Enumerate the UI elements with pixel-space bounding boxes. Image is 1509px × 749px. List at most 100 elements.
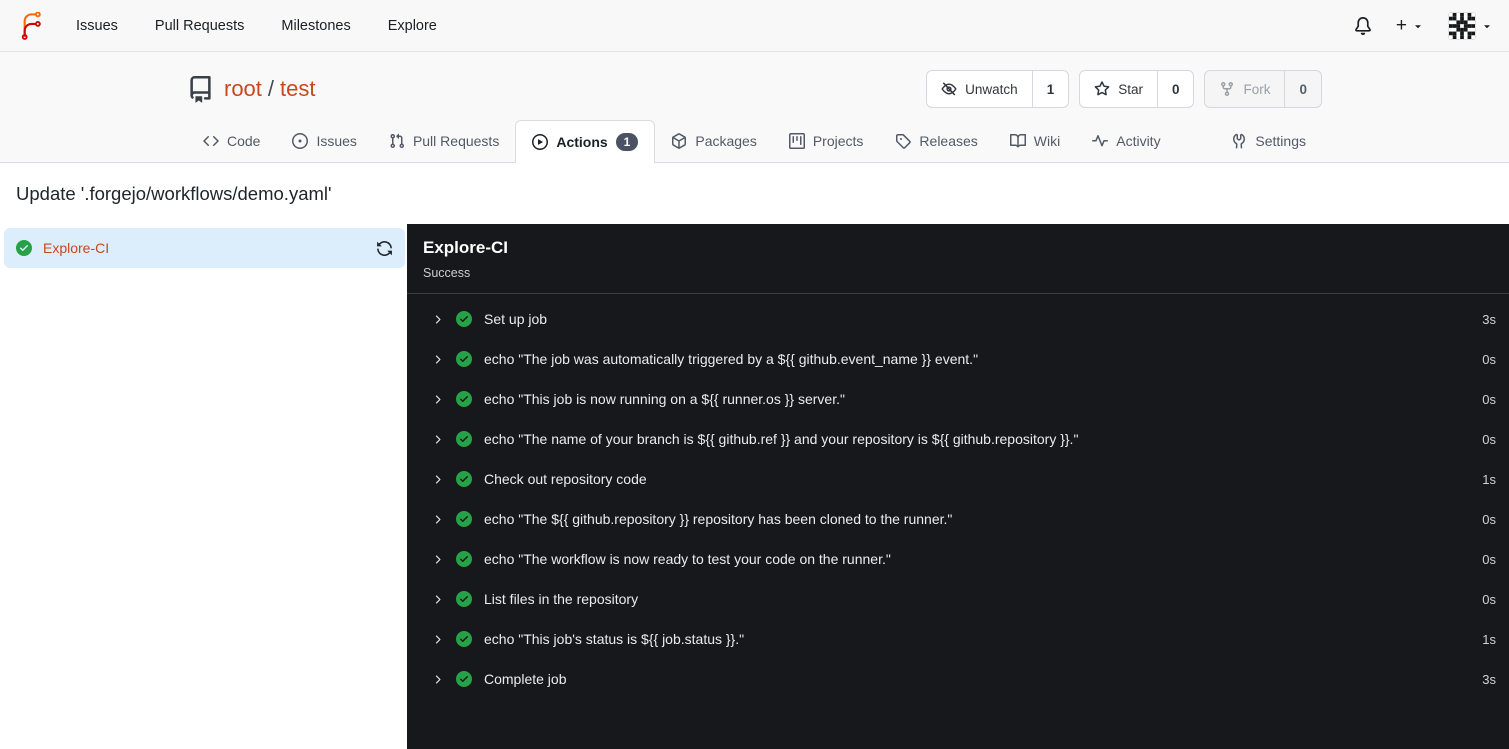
step-duration: 0s	[1482, 391, 1496, 407]
star-button-group: Star 0	[1079, 70, 1195, 108]
create-new-button[interactable]: +	[1396, 16, 1424, 35]
tab-label: Activity	[1116, 133, 1161, 149]
step-name: echo "The ${{ github.repository }} repos…	[484, 511, 953, 527]
refresh-icon[interactable]	[376, 240, 393, 257]
step-duration: 0s	[1482, 351, 1496, 367]
check-circle-icon	[456, 431, 472, 447]
navbar-right: +	[1354, 11, 1493, 40]
job-log-panel: Explore-CI Success Set up job 3s echo "T…	[407, 224, 1509, 749]
tab-label: Actions	[556, 134, 608, 150]
repo-name-link[interactable]: test	[280, 76, 315, 101]
chevron-right-icon[interactable]	[431, 313, 444, 326]
repo-tabbar: Code Issues Pull Requests Actions 1 Pack…	[187, 120, 1322, 163]
watchers-count[interactable]: 1	[1031, 71, 1069, 107]
nav-item-issues[interactable]: Issues	[76, 18, 118, 34]
pull-request-icon	[389, 133, 405, 149]
step-name: echo "The name of your branch is ${{ git…	[484, 431, 1079, 447]
chevron-right-icon[interactable]	[431, 673, 444, 686]
step-row[interactable]: echo "The job was automatically triggere…	[407, 339, 1509, 379]
step-row[interactable]: echo "The name of your branch is ${{ git…	[407, 419, 1509, 459]
job-status-text: Success	[423, 266, 471, 280]
nav-item-milestones[interactable]: Milestones	[281, 18, 350, 34]
step-row[interactable]: Set up job 3s	[407, 299, 1509, 339]
step-row[interactable]: Check out repository code 1s	[407, 459, 1509, 499]
caret-down-icon	[1481, 20, 1493, 32]
check-circle-icon	[456, 671, 472, 687]
tab-actions[interactable]: Actions 1	[515, 120, 656, 163]
user-menu-button[interactable]	[1448, 11, 1493, 40]
project-icon	[788, 133, 805, 149]
step-name: Check out repository code	[484, 471, 647, 487]
check-circle-icon	[456, 311, 472, 327]
step-duration: 3s	[1482, 311, 1496, 327]
play-circle-icon	[532, 134, 549, 150]
chevron-right-icon[interactable]	[431, 553, 444, 566]
repo-breadcrumb: root / test	[224, 76, 316, 102]
chevron-right-icon[interactable]	[431, 473, 444, 486]
plus-icon: +	[1395, 15, 1407, 36]
tab-projects[interactable]: Projects	[773, 120, 880, 162]
step-row[interactable]: echo "This job is now running on a ${{ r…	[407, 379, 1509, 419]
job-item-explore-ci[interactable]: Explore-CI	[4, 228, 405, 268]
step-row[interactable]: echo "This job's status is ${{ job.statu…	[407, 619, 1509, 659]
check-circle-icon	[456, 471, 472, 487]
step-name: echo "This job's status is ${{ job.statu…	[484, 631, 745, 647]
step-name: Complete job	[484, 671, 567, 687]
job-panel-header: Explore-CI Success	[407, 224, 1509, 294]
tab-activity[interactable]: Activity	[1076, 120, 1176, 162]
chevron-right-icon[interactable]	[431, 353, 444, 366]
step-row[interactable]: Complete job 3s	[407, 659, 1509, 699]
wrench-icon	[1231, 133, 1247, 149]
actions-run-view: Update '.forgejo/workflows/demo.yaml' Ex…	[0, 163, 1509, 749]
tab-label: Code	[227, 133, 261, 149]
step-duration: 3s	[1482, 671, 1496, 687]
code-icon	[203, 133, 219, 149]
watch-button-group: Unwatch 1	[926, 70, 1070, 108]
main-nav: Issues Pull Requests Milestones Explore	[76, 18, 437, 34]
tab-settings[interactable]: Settings	[1215, 120, 1322, 162]
check-circle-icon	[456, 511, 472, 527]
unwatch-button[interactable]: Unwatch	[927, 71, 1032, 107]
nav-item-explore[interactable]: Explore	[388, 18, 437, 34]
chevron-right-icon[interactable]	[431, 513, 444, 526]
tab-label: Releases	[919, 133, 978, 149]
repo-owner-link[interactable]: root	[224, 76, 262, 101]
tag-icon	[895, 133, 912, 149]
star-button[interactable]: Star	[1080, 71, 1157, 107]
step-row[interactable]: echo "The workflow is now ready to test …	[407, 539, 1509, 579]
tab-packages[interactable]: Packages	[655, 120, 772, 162]
step-row[interactable]: List files in the repository 0s	[407, 579, 1509, 619]
forks-count[interactable]: 0	[1284, 71, 1321, 107]
step-name: echo "The workflow is now ready to test …	[484, 551, 891, 567]
step-name: echo "The job was automatically triggere…	[484, 351, 979, 367]
tab-issues[interactable]: Issues	[276, 120, 372, 162]
nav-item-pull-requests[interactable]: Pull Requests	[155, 18, 244, 34]
fork-button-group: Fork 0	[1204, 70, 1322, 108]
tab-label: Issues	[316, 133, 357, 149]
check-circle-icon	[456, 631, 472, 647]
tab-label: Wiki	[1033, 133, 1061, 149]
step-duration: 1s	[1482, 631, 1496, 647]
steps-list: Set up job 3s echo "The job was automati…	[407, 294, 1509, 699]
avatar-identicon	[1448, 11, 1476, 40]
chevron-right-icon[interactable]	[431, 433, 444, 446]
repo-header: root / test Unwatch 1 Star 0 Fork 0 Code…	[0, 52, 1509, 163]
notifications-button[interactable]	[1354, 16, 1372, 35]
step-row[interactable]: echo "The ${{ github.repository }} repos…	[407, 499, 1509, 539]
check-circle-icon	[456, 351, 472, 367]
chevron-right-icon[interactable]	[431, 633, 444, 646]
job-label: Explore-CI	[43, 240, 110, 256]
stars-count[interactable]: 0	[1156, 71, 1194, 107]
tab-pull-requests[interactable]: Pull Requests	[373, 120, 515, 162]
check-circle-icon	[456, 591, 472, 607]
tab-label: Projects	[812, 133, 864, 149]
issue-icon	[292, 133, 309, 149]
tab-code[interactable]: Code	[187, 120, 276, 162]
actions-count-badge: 1	[615, 132, 639, 152]
forgejo-logo[interactable]	[16, 11, 46, 41]
chevron-right-icon[interactable]	[431, 393, 444, 406]
tab-wiki[interactable]: Wiki	[994, 120, 1076, 162]
chevron-right-icon[interactable]	[431, 593, 444, 606]
tab-releases[interactable]: Releases	[879, 120, 993, 162]
tab-label: Packages	[695, 133, 757, 149]
